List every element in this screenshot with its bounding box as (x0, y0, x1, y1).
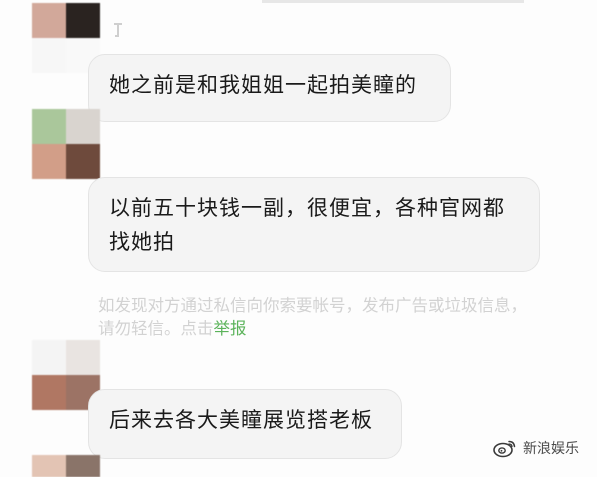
avatar-pixel (66, 109, 100, 144)
message-text: 后来去各大美瞳展览搭老板 (109, 408, 373, 432)
avatar-pixel (32, 375, 66, 410)
watermark: 新浪娱乐 (493, 438, 579, 458)
avatar[interactable] (32, 109, 100, 179)
watermark-label: 新浪娱乐 (523, 441, 579, 457)
message-bubble[interactable]: 她之前是和我姐姐一起拍美瞳的 (88, 54, 451, 122)
report-link[interactable]: 举报 (214, 319, 247, 338)
weibo-logo-icon (493, 440, 516, 458)
avatar-pixel (66, 3, 100, 38)
avatar-pixel (32, 38, 66, 73)
avatar-pixel (32, 109, 66, 144)
message-bubble[interactable]: 后来去各大美瞳展览搭老板 (88, 389, 402, 459)
avatar-pixel (66, 455, 100, 477)
avatar-pixel (66, 340, 100, 375)
blurred-mark-icon (114, 23, 122, 37)
message-text: 她之前是和我姐姐一起拍美瞳的 (109, 73, 417, 97)
previous-message-edge (262, 0, 524, 3)
message-text: 以前五十块钱一副，很便宜，各种官网都找她拍 (109, 196, 505, 254)
avatar-pixel (32, 144, 66, 179)
chat-screenshot: 她之前是和我姐姐一起拍美瞳的 以前五十块钱一副，很便宜，各种官网都找她拍 如发现… (0, 0, 597, 477)
safety-warning: 如发现对方通过私信向你索要帐号，发布广告或垃圾信息，请勿轻信。点击举报 (98, 294, 538, 340)
message-bubble[interactable]: 以前五十块钱一副，很便宜，各种官网都找她拍 (88, 177, 540, 272)
warning-text: 如发现对方通过私信向你索要帐号，发布广告或垃圾信息，请勿轻信。点击 (98, 296, 527, 338)
avatar-pixel (66, 144, 100, 179)
avatar-pixel (32, 3, 66, 38)
avatar-pixel (32, 455, 66, 477)
avatar[interactable] (32, 455, 100, 477)
avatar-pixel (32, 340, 66, 375)
